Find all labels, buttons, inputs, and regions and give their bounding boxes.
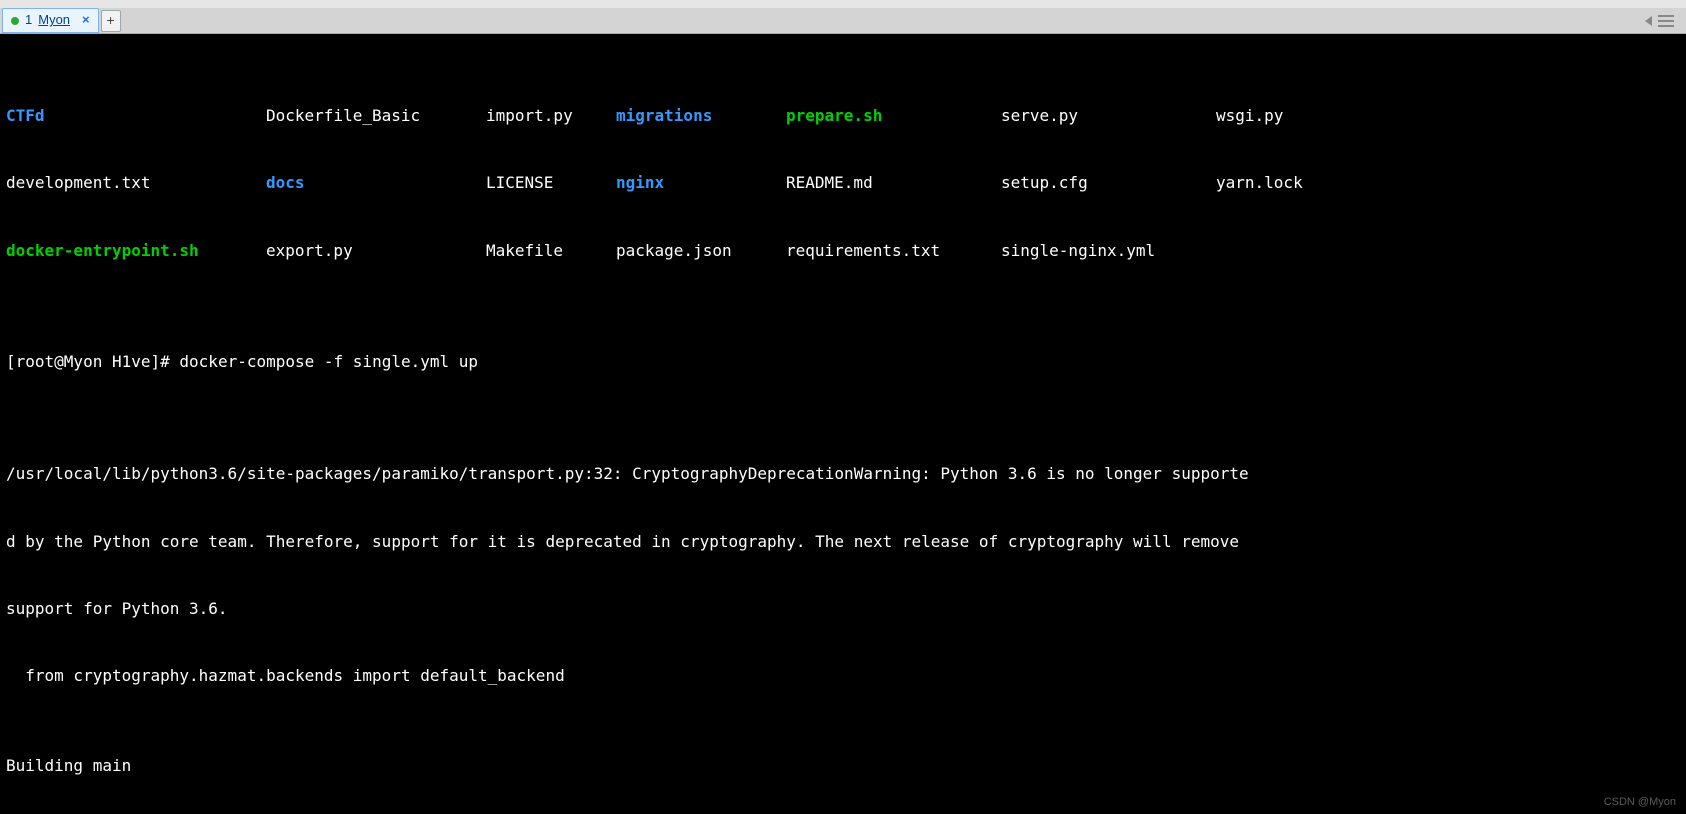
watermark: CSDN @Myon⁣ (1604, 795, 1676, 810)
ls-item: README.md (786, 172, 1001, 194)
ls-item: Makefile (486, 240, 616, 262)
ls-item: import.py (486, 105, 616, 127)
ls-item: nginx (616, 172, 786, 194)
ls-item: Dockerfile_Basic (266, 105, 486, 127)
prompt-userhost: [root@Myon H1ve]# (6, 352, 170, 371)
warning-line: from cryptography.hazmat.backends import… (6, 665, 1680, 687)
ls-item: wsgi.py (1216, 105, 1376, 127)
ls-row-1: CTFd Dockerfile_Basic import.py migratio… (6, 105, 1680, 127)
ls-item: serve.py (1001, 105, 1216, 127)
ls-row-2: development.txt docs LICENSE nginx READM… (6, 172, 1680, 194)
prompt-line: [root@Myon H1ve]# docker-compose -f sing… (6, 351, 1680, 373)
warning-line: /usr/local/lib/python3.6/site-packages/p… (6, 463, 1680, 485)
warning-line: d by the Python core team. Therefore, su… (6, 531, 1680, 553)
window-top-strip (0, 0, 1686, 8)
ls-item: migrations (616, 105, 786, 127)
ls-item: export.py (266, 240, 486, 262)
tab-bar: 1 Myon × + (0, 8, 1686, 34)
ls-item: docker-entrypoint.sh (6, 240, 266, 262)
terminal-window: 1 Myon × + CTFd Dockerfile_Basic import.… (0, 0, 1686, 814)
tab-spacer (121, 8, 1645, 33)
ls-item: single-nginx.yml (1001, 240, 1216, 262)
tab-index: 1 (25, 11, 32, 29)
ls-item (1216, 240, 1376, 262)
ls-item: prepare.sh (786, 105, 1001, 127)
ls-item: CTFd (6, 105, 266, 127)
scroll-left-icon[interactable] (1645, 16, 1652, 26)
add-tab-button[interactable]: + (101, 10, 121, 32)
ls-item: package.json (616, 240, 786, 262)
ls-item: requirements.txt (786, 240, 1001, 262)
ls-item: yarn.lock (1216, 172, 1376, 194)
status-dot-icon (11, 17, 19, 25)
ls-item: development.txt (6, 172, 266, 194)
menu-icon[interactable] (1658, 15, 1674, 27)
ls-item: LICENSE (486, 172, 616, 194)
ls-item: setup.cfg (1001, 172, 1216, 194)
prompt-command: docker-compose -f single.yml up (179, 352, 478, 371)
tab-title: Myon (38, 11, 70, 29)
ls-item: docs (266, 172, 486, 194)
warning-line: support for Python 3.6. (6, 598, 1680, 620)
terminal-body[interactable]: CTFd Dockerfile_Basic import.py migratio… (0, 34, 1686, 814)
ls-row-3: docker-entrypoint.sh export.py Makefile … (6, 240, 1680, 262)
tab-active[interactable]: 1 Myon × (2, 8, 99, 33)
close-icon[interactable]: × (82, 11, 90, 29)
building-line: Building main (6, 755, 1680, 777)
